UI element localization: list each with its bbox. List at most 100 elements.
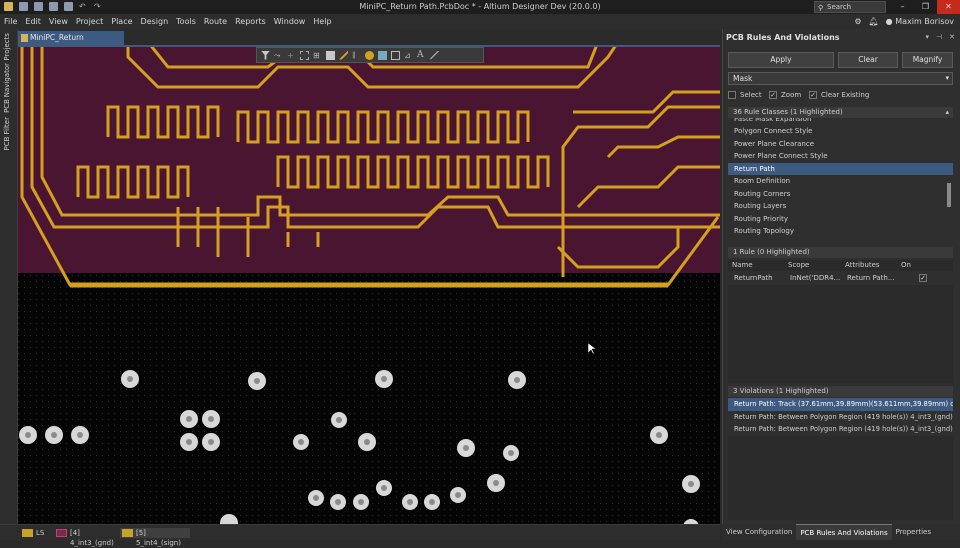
menu-item-place[interactable]: Place [111, 17, 132, 26]
text-icon[interactable]: A [417, 50, 426, 60]
rule-class-item[interactable]: Power Plane Clearance [728, 138, 953, 151]
clear-button[interactable]: Clear [838, 52, 898, 68]
minimize-button[interactable]: – [891, 0, 914, 14]
violation-item[interactable]: Return Path: Between Polygon Region (419… [728, 411, 953, 424]
tab-properties[interactable]: Properties [892, 524, 935, 540]
tab-view-configuration[interactable]: View Configuration [722, 524, 796, 540]
pcb-canvas[interactable] [18, 47, 720, 524]
column-header-on[interactable]: On [897, 260, 937, 271]
gear-icon[interactable]: ⚙ [854, 17, 861, 26]
pcb-drawing [18, 47, 720, 524]
select-checkbox[interactable]: Select [728, 91, 762, 100]
panel-tab-pcb[interactable]: PCB [3, 99, 11, 113]
pin-icon[interactable]: ⊣ [936, 33, 942, 41]
menu-item-edit[interactable]: Edit [25, 17, 41, 26]
pcb-document-icon [21, 34, 28, 42]
document-tab[interactable]: MiniPC_Return Path.PcbDoc * [18, 31, 124, 56]
column-header-scope[interactable]: Scope [784, 260, 841, 271]
rule-class-item[interactable]: Room Definition [728, 175, 953, 188]
diff-pair-icon[interactable]: ∥ [352, 51, 361, 60]
dropdown-icon[interactable]: ▾ [926, 33, 930, 41]
filter-icon[interactable] [261, 50, 270, 60]
rule-on-checkbox[interactable]: ✓ [913, 272, 933, 285]
polygon-icon[interactable] [378, 50, 387, 60]
user-account[interactable]: ● Maxim Borisov [886, 17, 954, 26]
route-icon[interactable]: ⤳ [274, 51, 283, 60]
rule-classes-header[interactable]: 36 Rule Classes (1 Highlighted) ▴ [728, 107, 953, 118]
scroll-up-icon[interactable]: ▴ [945, 107, 949, 118]
violations-list: Return Path: Track (37.61mm,39.89mm)(53.… [728, 398, 953, 436]
table-row[interactable]: ReturnPath InNet('DDR4... Return Path...… [728, 272, 953, 285]
highlight-mode-value: Mask [733, 74, 753, 83]
panel-tab-navigator[interactable]: Navigator [3, 63, 11, 97]
rule-class-item[interactable]: Power Plane Connect Style [728, 150, 953, 163]
rule-attributes-cell: Return Path... [847, 274, 895, 282]
close-button[interactable]: ✕ [937, 0, 960, 14]
line-icon[interactable] [430, 50, 439, 60]
restore-button[interactable]: ❐ [914, 0, 937, 14]
search-input[interactable]: ⚲ Search [814, 1, 886, 13]
notifications-icon[interactable]: 🔔︎ [869, 17, 879, 26]
menu-item-help[interactable]: Help [313, 17, 331, 26]
menu-right: ⚙ 🔔︎ ● Maxim Borisov [854, 17, 954, 26]
zoom-checkbox-box[interactable]: ✓ [769, 91, 777, 99]
magnify-button[interactable]: Magnify [902, 52, 953, 68]
rule-class-item[interactable]: Routing Layers [728, 200, 953, 213]
rule-class-item[interactable]: Paste Mask Expansion [728, 118, 953, 125]
layer-tab-ls[interactable]: LS [20, 528, 52, 538]
select-checkbox-label: Select [740, 91, 762, 99]
scrollbar-thumb[interactable] [947, 183, 951, 207]
menu-item-reports[interactable]: Reports [235, 17, 266, 26]
layer-color-swatch [56, 529, 67, 537]
close-icon[interactable]: ✕ [949, 33, 955, 41]
violation-item-selected[interactable]: Return Path: Track (37.61mm,39.89mm)(53.… [728, 398, 953, 411]
highlight-mode-select[interactable]: Mask ▾ [728, 72, 953, 85]
place-component-icon[interactable] [326, 50, 335, 60]
panel-tab-projects[interactable]: Projects [3, 33, 11, 61]
rule-class-item[interactable]: Routing Priority [728, 213, 953, 226]
rule-classes-scrollbar[interactable] [947, 125, 952, 237]
clear-existing-checkbox-box[interactable]: ✓ [809, 91, 817, 99]
menu-item-route[interactable]: Route [204, 17, 227, 26]
rules-header[interactable]: 1 Rule (0 Highlighted) [728, 247, 953, 258]
menu-item-tools[interactable]: Tools [176, 17, 196, 26]
layer-label: [5] 5_int4_(sign) [136, 529, 181, 547]
via-icon[interactable] [365, 50, 374, 60]
rule-class-item[interactable]: Routing Corners [728, 188, 953, 201]
panel-title: PCB Rules And Violations [726, 33, 840, 42]
dimension-icon[interactable]: ⊿ [404, 51, 413, 60]
menu-item-file[interactable]: File [4, 17, 17, 26]
interactive-route-icon[interactable] [339, 50, 348, 60]
violation-item[interactable]: Return Path: Between Polygon Region (419… [728, 423, 953, 436]
menu-item-project[interactable]: Project [76, 17, 103, 26]
violations-header[interactable]: 3 Violations (1 Highlighted) [728, 386, 953, 397]
layer-color-swatch [122, 529, 133, 537]
menu-item-design[interactable]: Design [141, 17, 169, 26]
menu-item-view[interactable]: View [49, 17, 68, 26]
column-header-attributes[interactable]: Attributes [841, 260, 897, 271]
select-checkbox-box[interactable] [728, 91, 736, 99]
column-header-name[interactable]: Name [728, 260, 784, 271]
crosshair-icon[interactable]: + [287, 51, 296, 60]
menu-item-window[interactable]: Window [274, 17, 306, 26]
user-icon: ● [885, 17, 893, 26]
panel-tabs: View Configuration PCB Rules And Violati… [722, 524, 960, 540]
layer-label: LS [36, 529, 45, 537]
pcb-rules-violations-panel: PCB Rules And Violations ▾ ⊣ ✕ Apply Cle… [722, 29, 960, 524]
select-rect-icon[interactable] [300, 50, 309, 60]
layer-tab-int4-sign[interactable]: [5] 5_int4_(sign) [120, 528, 190, 547]
rule-class-item-selected[interactable]: Return Path [728, 162, 953, 175]
apply-button[interactable]: Apply [728, 52, 834, 68]
zoom-checkbox[interactable]: ✓ Zoom [769, 91, 801, 100]
zoom-checkbox-label: Zoom [781, 91, 802, 99]
clear-existing-checkbox[interactable]: ✓ Clear Existing [809, 91, 869, 100]
rule-class-item[interactable]: Routing Topology [728, 225, 953, 238]
rule-class-item[interactable]: Polygon Connect Style [728, 125, 953, 138]
search-placeholder: Search [827, 3, 852, 11]
keepout-icon[interactable] [391, 50, 400, 60]
layer-tab-int3-gnd[interactable]: [4] 4_int3_(gnd) [54, 528, 120, 547]
align-icon[interactable]: ⊞ [313, 51, 322, 60]
tab-pcb-rules-and-violations[interactable]: PCB Rules And Violations [796, 524, 892, 540]
menu-items: File Edit View Project Place Design Tools Route… [4, 17, 332, 26]
panel-tab-pcb-filter[interactable]: PCB Filter [3, 117, 11, 150]
